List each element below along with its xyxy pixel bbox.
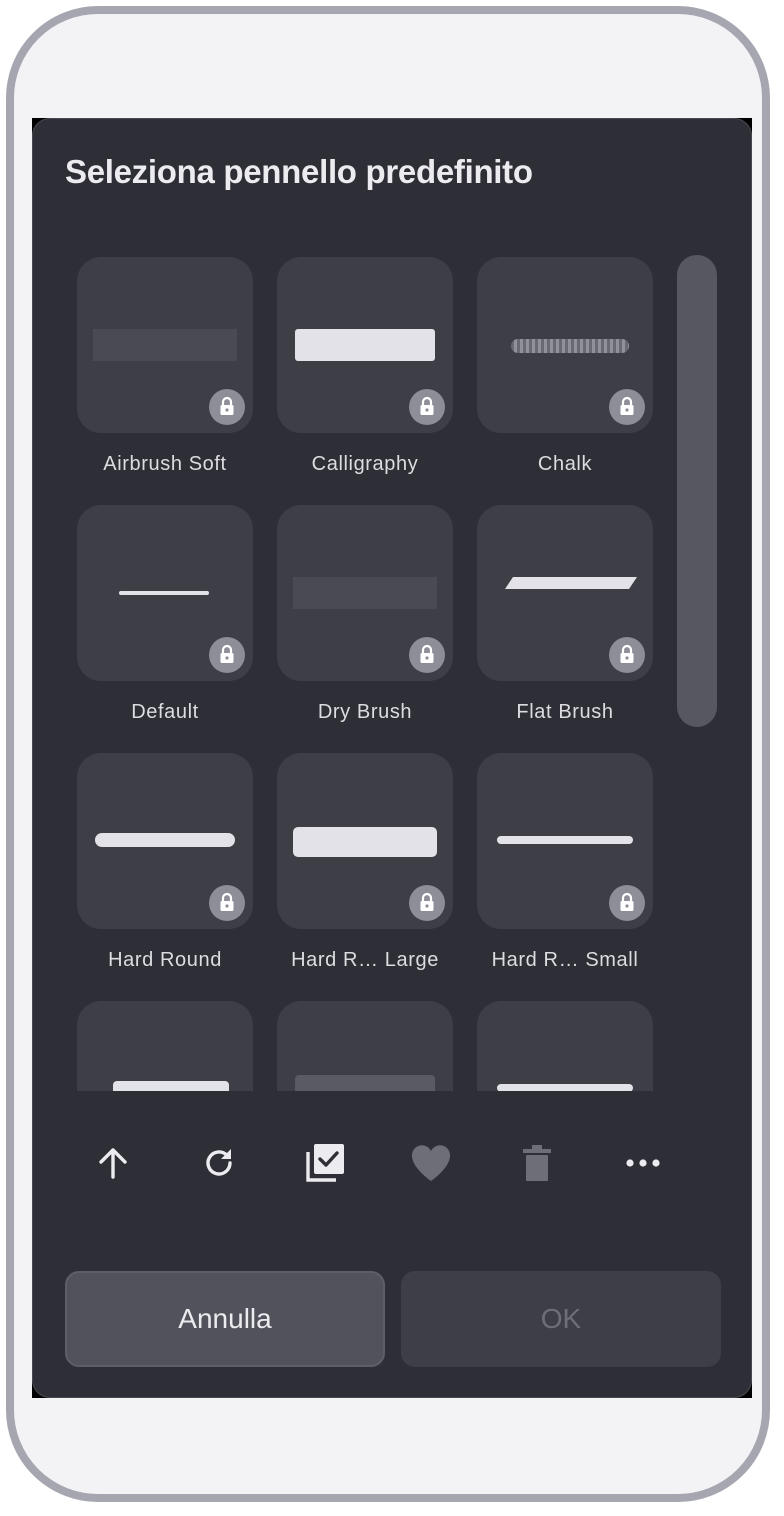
brush-item-hard-round[interactable]: Hard Round xyxy=(77,753,253,971)
dialog-title: Seleziona pennello predefinito xyxy=(65,153,533,190)
brush-label: Calligraphy xyxy=(311,453,419,475)
brush-label: Hard R… Small xyxy=(491,949,639,971)
brush-label: Dry Brush xyxy=(317,701,413,723)
lock-icon xyxy=(209,885,245,921)
refresh-icon[interactable] xyxy=(195,1139,243,1187)
brush-label: Hard R… Large xyxy=(291,949,439,971)
dry-brush-stroke xyxy=(293,577,437,609)
arrow-up-icon[interactable] xyxy=(89,1139,137,1187)
more-icon[interactable] xyxy=(619,1139,667,1187)
brush-preset-dialog: Seleziona pennello predefinito Airbrush … xyxy=(32,118,752,1398)
brush-thumbnail xyxy=(277,753,453,929)
default-stroke xyxy=(119,591,209,595)
heart-icon[interactable] xyxy=(407,1139,455,1187)
brush-thumbnail xyxy=(277,505,453,681)
brush-thumbnail xyxy=(477,753,653,929)
brush-item-partial[interactable] xyxy=(77,1001,253,1091)
brush-item-dry-brush[interactable]: Dry Brush xyxy=(277,505,453,723)
hard-round-stroke xyxy=(95,833,235,847)
flat-brush-stroke xyxy=(505,577,637,589)
brush-grid-viewport[interactable]: Airbrush Soft Calligraphy Chalk Default … xyxy=(69,249,659,1091)
brush-item-hard-round-large[interactable]: Hard R… Large xyxy=(277,753,453,971)
cancel-button[interactable]: Annulla xyxy=(65,1271,385,1367)
brush-item-partial[interactable] xyxy=(477,1001,653,1091)
brush-thumbnail xyxy=(77,257,253,433)
lock-icon xyxy=(209,389,245,425)
brush-stroke xyxy=(113,1081,229,1091)
brush-item-chalk[interactable]: Chalk xyxy=(477,257,653,475)
brush-item-calligraphy[interactable]: Calligraphy xyxy=(277,257,453,475)
brush-thumbnail xyxy=(277,257,453,433)
brush-thumbnail xyxy=(77,505,253,681)
brush-thumbnail xyxy=(77,753,253,929)
brush-toolbar xyxy=(89,1139,677,1195)
trash-icon[interactable] xyxy=(513,1139,561,1187)
brush-thumbnail xyxy=(477,1001,653,1091)
lock-icon xyxy=(609,885,645,921)
brush-thumbnail xyxy=(277,1001,453,1091)
lock-icon xyxy=(609,389,645,425)
phone-frame: Seleziona pennello predefinito Airbrush … xyxy=(6,6,770,1502)
brush-grid: Airbrush Soft Calligraphy Chalk Default … xyxy=(77,257,653,1091)
brush-item-default[interactable]: Default xyxy=(77,505,253,723)
chalk-stroke xyxy=(511,339,629,353)
lock-icon xyxy=(409,389,445,425)
lock-icon xyxy=(609,637,645,673)
brush-thumbnail xyxy=(77,1001,253,1091)
brush-thumbnail xyxy=(477,505,653,681)
brush-item-hard-round-small[interactable]: Hard R… Small xyxy=(477,753,653,971)
brush-label: Flat Brush xyxy=(516,701,614,723)
scrollbar-thumb[interactable] xyxy=(677,255,717,727)
brush-stroke xyxy=(295,1075,435,1091)
ok-button[interactable]: OK xyxy=(401,1271,721,1367)
brush-stroke xyxy=(497,1084,633,1091)
hard-round-large-stroke xyxy=(293,827,437,857)
brush-label: Hard Round xyxy=(108,949,222,971)
brush-item-partial[interactable] xyxy=(277,1001,453,1091)
select-all-icon[interactable] xyxy=(301,1139,349,1187)
brush-item-airbrush-soft[interactable]: Airbrush Soft xyxy=(77,257,253,475)
lock-icon xyxy=(409,885,445,921)
calligraphy-stroke xyxy=(295,329,435,361)
brush-label: Airbrush Soft xyxy=(103,453,227,475)
lock-icon xyxy=(409,637,445,673)
airbrush-soft-stroke xyxy=(93,329,237,361)
brush-item-flat-brush[interactable]: Flat Brush xyxy=(477,505,653,723)
lock-icon xyxy=(209,637,245,673)
brush-label: Default xyxy=(131,701,199,723)
brush-label: Chalk xyxy=(537,453,593,475)
hard-round-small-stroke xyxy=(497,836,633,844)
brush-thumbnail xyxy=(477,257,653,433)
